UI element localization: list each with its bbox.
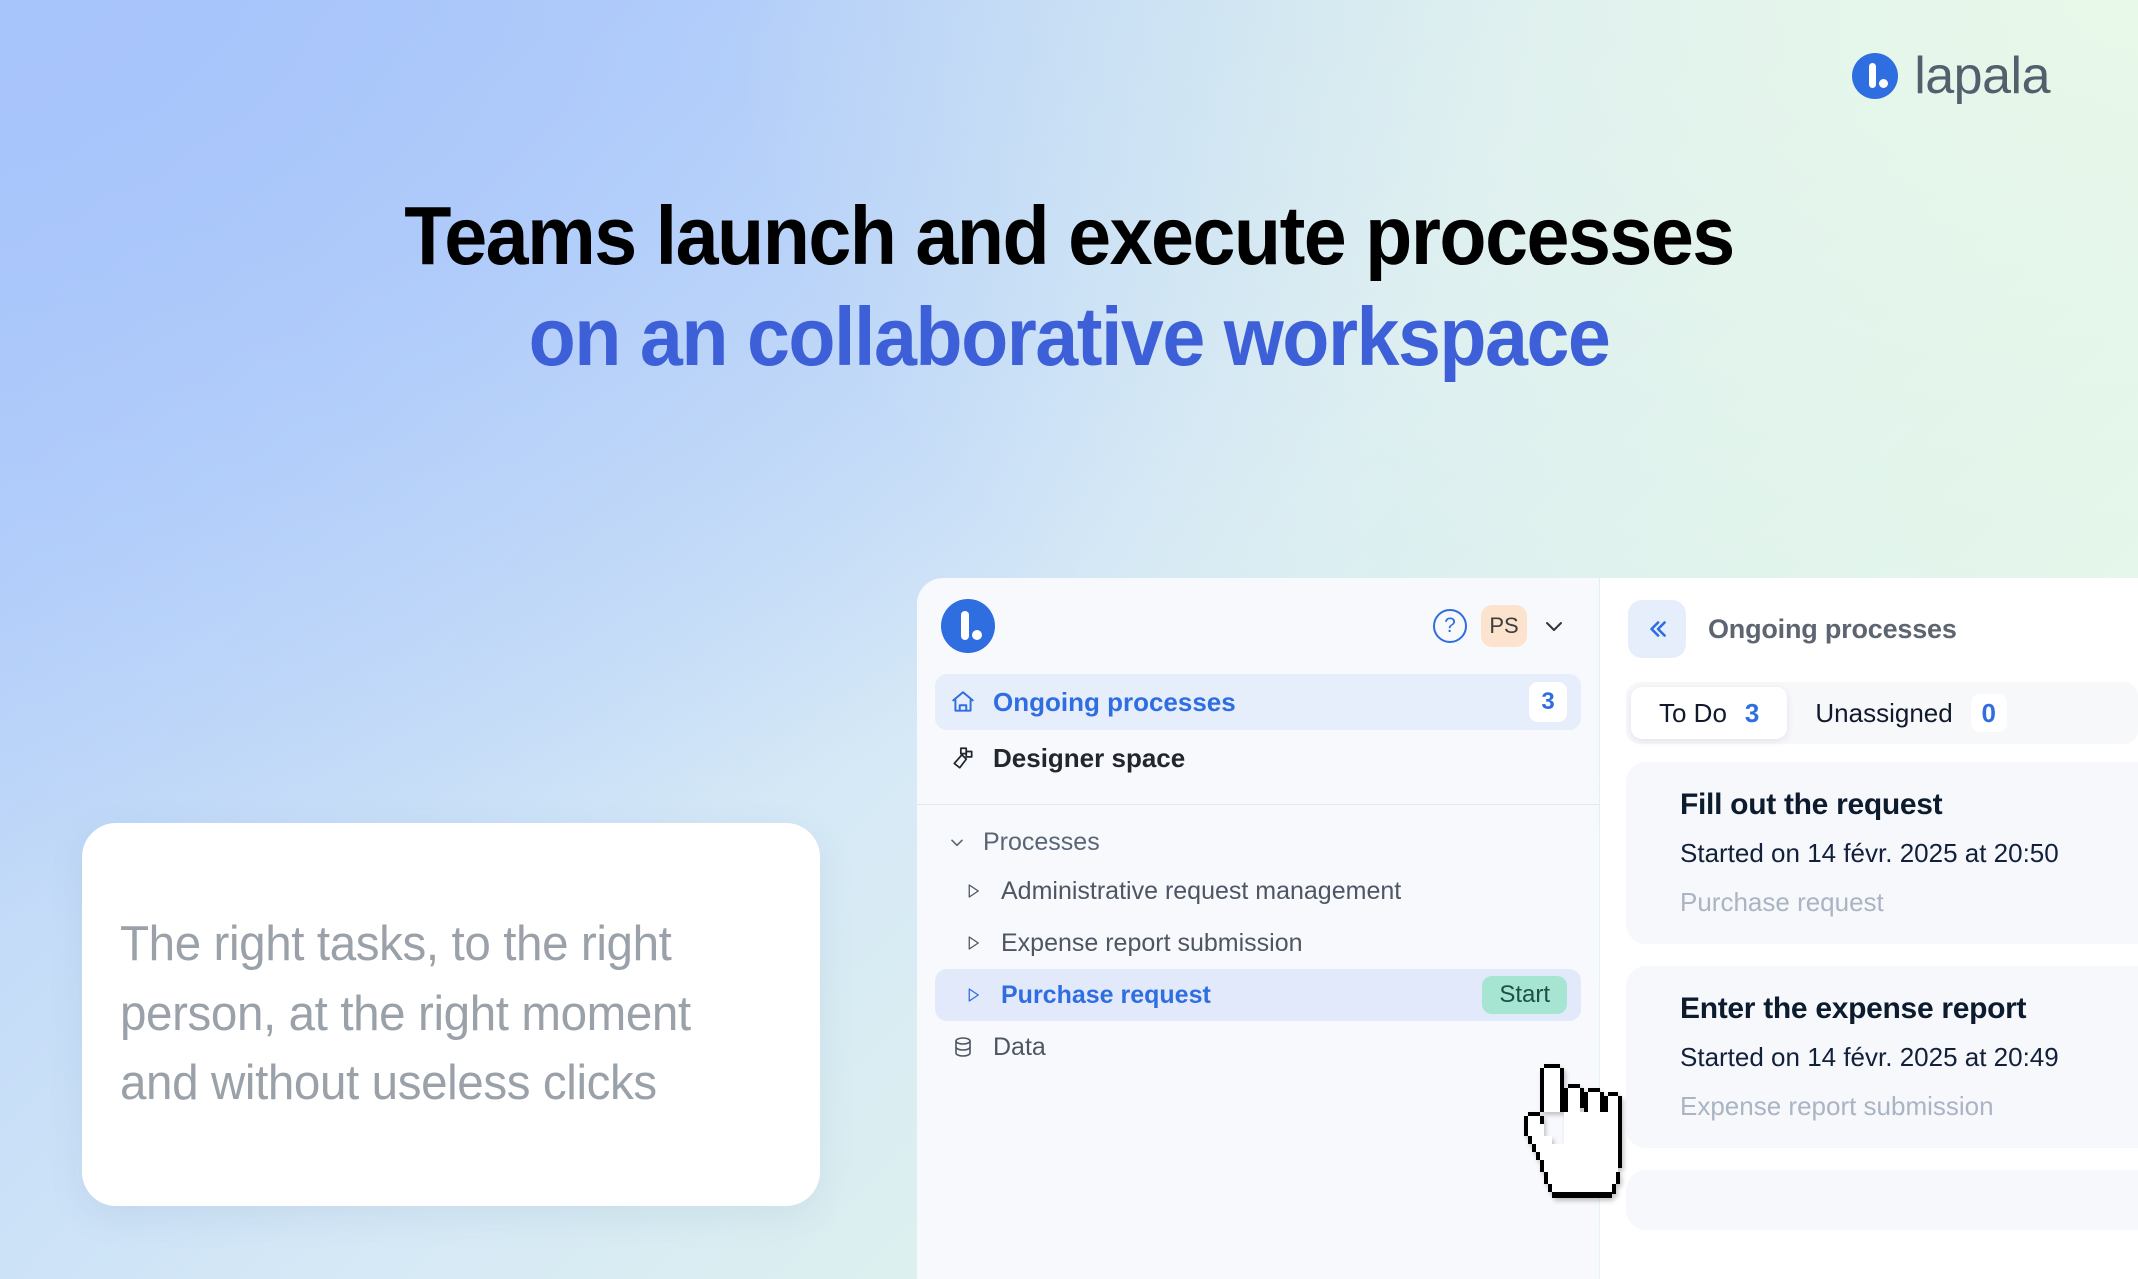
main-header: Ongoing processes [1600, 578, 2138, 658]
tab-to-do[interactable]: To Do 3 [1631, 687, 1788, 739]
ongoing-processes-badge: 3 [1529, 682, 1567, 722]
chevron-down-icon[interactable] [1541, 613, 1567, 639]
sidebar-divider [917, 804, 1599, 805]
task-started-date: Started on 14 févr. 2025 at 20:50 [1680, 838, 2059, 868]
tree-item-expense-report-submission[interactable]: Expense report submission [935, 917, 1581, 969]
task-process-name: Expense report submission [1680, 1091, 1994, 1121]
task-title: Enter the expense report [1680, 992, 2027, 1025]
tab-label: To Do [1659, 697, 1727, 728]
tab-label: Unassigned [1815, 697, 1953, 728]
task-process-name: Purchase request [1680, 887, 1884, 917]
sidebar-item-data[interactable]: Data [935, 1021, 1581, 1073]
avatar[interactable]: PS [1481, 605, 1527, 647]
sidebar-item-label: Designer space [993, 742, 1186, 773]
headline-line-2: on an collaborative workspace [528, 290, 1611, 384]
tree-item-purchase-request[interactable]: Purchase request Start [935, 969, 1581, 1021]
start-button[interactable]: Start [1482, 975, 1567, 1015]
quote-text: The right tasks, to the right person, at… [120, 917, 691, 1111]
tab-count: 3 [1744, 697, 1760, 728]
lapala-mark-icon[interactable] [941, 599, 995, 653]
task-card[interactable]: Fill out the request Started on 14 févr.… [1626, 762, 2138, 944]
sidebar-item-label: Data [993, 1032, 1046, 1061]
database-icon [949, 1033, 977, 1061]
question-circle-icon[interactable]: ? [1433, 609, 1467, 643]
sidebar-item-designer-space[interactable]: Designer space [935, 730, 1581, 786]
shapes-icon [949, 744, 977, 772]
tab-count: 0 [1970, 694, 2007, 732]
screenshot-root: lapala Teams launch and execute processe… [0, 0, 2138, 1279]
task-list: Fill out the request Started on 14 févr.… [1626, 762, 2138, 1230]
tree-item-label: Purchase request [1001, 980, 1211, 1009]
brand-logo: lapala [1852, 50, 2050, 102]
task-tabs: To Do 3 Unassigned 0 [1626, 682, 2138, 744]
page-title: Teams launch and execute processes on an… [75, 185, 2063, 388]
sidebar-item-ongoing-processes[interactable]: Ongoing processes 3 [935, 674, 1581, 730]
triangle-right-icon [963, 881, 983, 901]
sidebar-nav: Ongoing processes 3 Designer space [917, 674, 1599, 786]
tree-item-administrative-request-management[interactable]: Administrative request management [935, 865, 1581, 917]
tree-item-label: Expense report submission [1001, 928, 1303, 957]
triangle-right-icon [963, 933, 983, 953]
task-card[interactable] [1626, 1170, 2138, 1230]
tree-item-label: Administrative request management [1001, 876, 1402, 905]
tab-unassigned[interactable]: Unassigned 0 [1787, 687, 2034, 739]
app-sidebar: ? PS Ongoing processes 3 Designer space [917, 578, 1599, 1279]
quote-card: The right tasks, to the right person, at… [82, 823, 820, 1206]
task-started-date: Started on 14 févr. 2025 at 20:49 [1680, 1042, 2059, 1072]
task-title: Fill out the request [1680, 788, 1943, 821]
lapala-mark-icon [1852, 53, 1899, 99]
topbar-actions: ? PS [1433, 605, 1567, 647]
app-topbar: ? PS [917, 578, 1599, 674]
chevron-down-icon [947, 832, 967, 852]
home-icon [949, 688, 977, 716]
main-panel-title: Ongoing processes [1708, 613, 1957, 644]
app-main-panel: Ongoing processes To Do 3 Unassigned 0 F… [1600, 578, 2138, 1279]
brand-name: lapala [1914, 47, 2050, 105]
triangle-right-icon [963, 985, 983, 1005]
tree-group-label: Processes [983, 827, 1100, 856]
task-card[interactable]: Enter the expense report Started on 14 f… [1626, 966, 2138, 1148]
tree-group-processes[interactable]: Processes [917, 819, 1599, 865]
sidebar-item-label: Ongoing processes [993, 686, 1236, 717]
headline-line-1: Teams launch and execute processes [404, 189, 1735, 282]
chevron-double-left-icon[interactable] [1628, 600, 1686, 658]
